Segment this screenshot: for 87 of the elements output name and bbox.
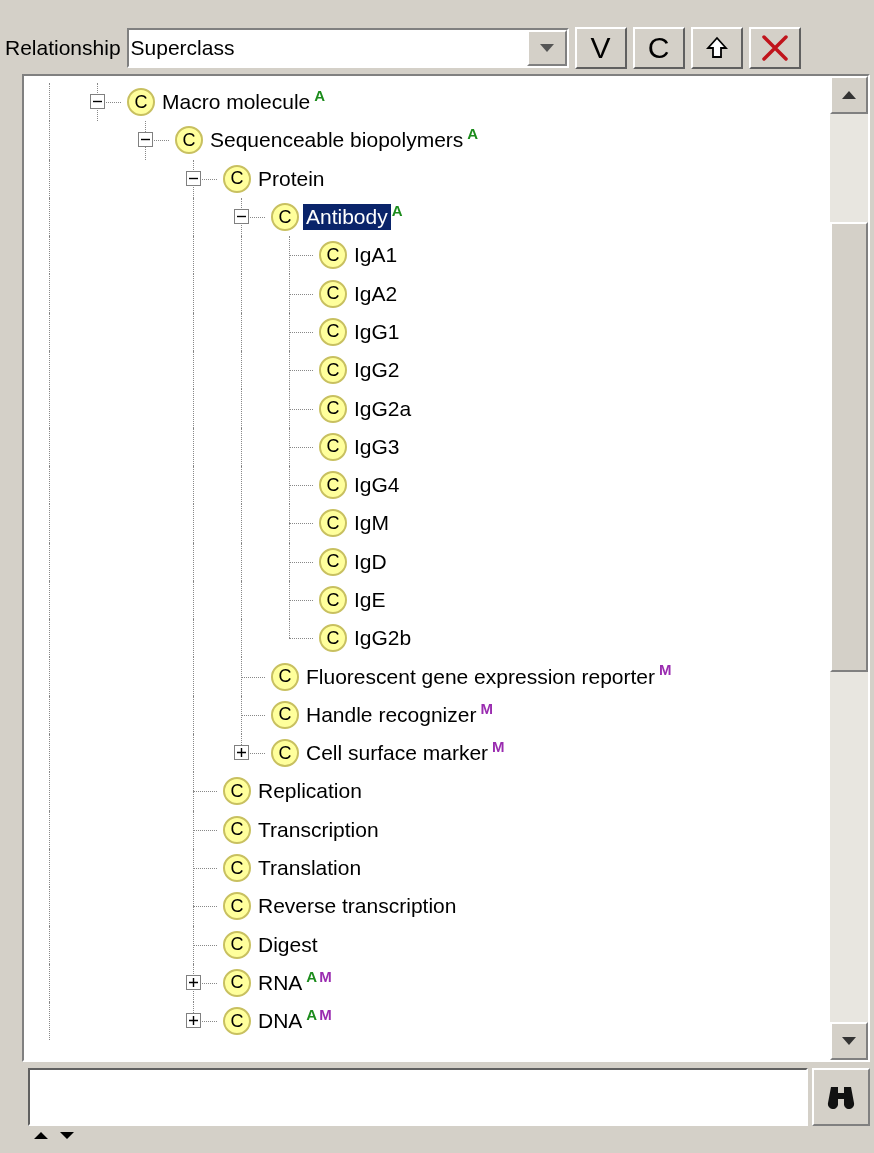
class-icon: C [223, 892, 251, 921]
status-letter: A [305, 967, 319, 985]
tree-item[interactable]: Handle recognizer [303, 701, 480, 728]
tree-item[interactable]: IgE [351, 587, 389, 613]
dropdown-arrow-icon [539, 44, 554, 52]
class-icon: C [223, 777, 251, 806]
close-icon [760, 34, 789, 62]
tree-item[interactable]: Transcription [255, 816, 382, 843]
status-letter: A [313, 87, 327, 104]
tree-item[interactable]: IgG2a [351, 395, 415, 422]
collapse-toggle[interactable] [90, 94, 105, 110]
up-arrow-icon [705, 36, 728, 60]
plus-icon [237, 748, 246, 758]
class-icon: C [127, 88, 155, 117]
class-icon: C [223, 815, 251, 844]
expand-toggle[interactable] [186, 1013, 201, 1029]
relationship-label: Relationship [5, 36, 121, 60]
class-icon: C [319, 317, 347, 346]
class-icon: C [271, 700, 299, 729]
class-icon: C [319, 547, 347, 576]
plus-icon [189, 1016, 198, 1026]
class-icon: C [175, 126, 203, 155]
expand-toggle[interactable] [234, 745, 249, 761]
delete-button[interactable] [748, 27, 801, 69]
tree-item[interactable]: Fluorescent gene expression reporter [303, 663, 659, 690]
tree-item[interactable]: IgG2 [351, 357, 403, 384]
class-icon: C [223, 1007, 251, 1036]
tree-item[interactable]: RNA [255, 969, 306, 996]
search-field[interactable] [28, 1068, 808, 1126]
move-up-button[interactable] [690, 27, 743, 69]
scroll-up-icon[interactable] [842, 91, 856, 99]
tree-item[interactable]: DNA [255, 1008, 306, 1035]
status-letter: M [479, 699, 494, 717]
status-letter: M [318, 967, 333, 985]
class-icon: C [319, 471, 347, 500]
status-letter: A [305, 1006, 319, 1024]
tree-item[interactable]: Digest [255, 931, 321, 958]
tree-item[interactable]: Sequenceable biopolymers [207, 127, 467, 154]
status-letter: M [491, 738, 506, 756]
scroll-down-icon[interactable] [842, 1037, 856, 1045]
class-icon: C [223, 968, 251, 997]
class-icon: C [271, 662, 299, 691]
toolbar-button[interactable]: C [632, 27, 685, 69]
tree-item[interactable]: Protein [255, 165, 328, 192]
class-icon: C [319, 279, 347, 308]
tree-item[interactable]: IgG3 [351, 433, 403, 460]
tree-item[interactable]: IgA1 [351, 242, 401, 269]
tree-item[interactable]: IgA2 [351, 280, 401, 307]
collapse-toggle[interactable] [138, 132, 153, 148]
resize-arrows-icon[interactable] [32, 1130, 76, 1140]
class-icon: C [223, 164, 251, 193]
collapse-toggle[interactable] [186, 170, 201, 186]
class-icon: C [319, 624, 347, 653]
tree-item[interactable]: Replication [255, 778, 365, 805]
class-icon: C [223, 930, 251, 959]
tree-item[interactable]: IgG1 [351, 318, 403, 345]
class-icon: C [223, 854, 251, 883]
tree-item[interactable]: Cell surface marker [303, 740, 492, 767]
find-button[interactable] [812, 1068, 870, 1126]
tree-item[interactable]: Macro molecule [159, 89, 314, 116]
status-letter: M [658, 661, 673, 679]
class-icon: C [271, 203, 299, 232]
tree-item[interactable]: IgM [351, 510, 392, 537]
tree-item[interactable]: IgD [351, 548, 390, 575]
class-icon: C [319, 586, 347, 614]
scrollbar-thumb[interactable] [830, 222, 868, 672]
class-icon: C [319, 394, 347, 423]
expand-toggle[interactable] [186, 974, 201, 990]
tree-item[interactable]: Translation [255, 855, 365, 882]
collapse-toggle[interactable] [234, 209, 249, 225]
status-letter: A [466, 125, 480, 143]
class-icon: C [271, 739, 299, 768]
status-letter: A [390, 201, 404, 219]
class-icon: C [319, 356, 347, 385]
binoculars-icon [827, 1085, 855, 1109]
class-icon: C [319, 241, 347, 270]
scrollbar[interactable] [830, 76, 868, 1060]
tree-item[interactable]: IgG2b [351, 625, 415, 652]
relationship-dropdown[interactable]: Superclass [126, 28, 569, 68]
class-icon: C [319, 432, 347, 461]
tree-item[interactable]: IgG4 [351, 472, 403, 499]
tree-item[interactable]: Reverse transcription [255, 893, 460, 920]
class-icon: C [319, 509, 347, 538]
plus-icon [189, 977, 198, 987]
toolbar-button[interactable]: V [574, 27, 627, 69]
status-letter: M [318, 1006, 333, 1024]
tree-item[interactable]: Antibody [303, 204, 391, 231]
